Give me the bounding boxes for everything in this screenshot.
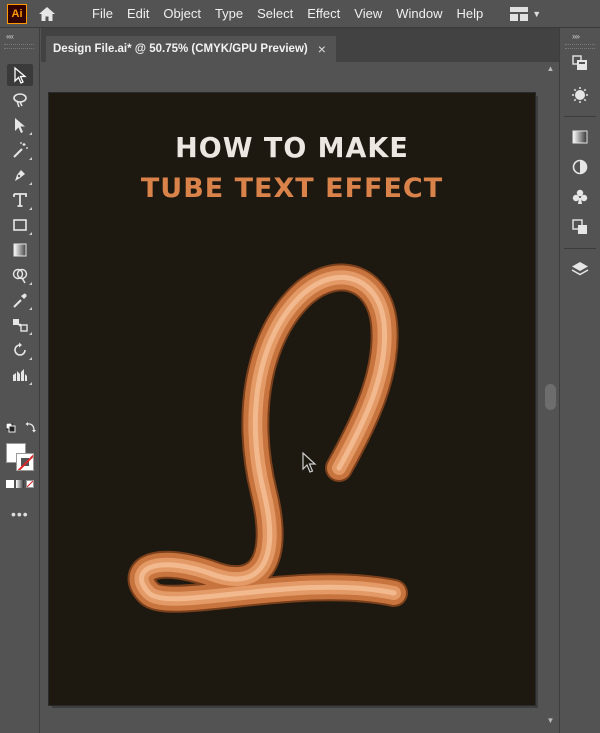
document-tab[interactable]: Design File.ai* @ 50.75% (CMYK/GPU Previ… <box>46 36 336 62</box>
illustrator-logo[interactable]: Ai <box>7 3 27 24</box>
close-icon[interactable]: × <box>318 41 326 57</box>
panel-grip[interactable] <box>565 44 595 49</box>
artboard[interactable]: HOW TO MAKE TUBE TEXT EFFECT <box>49 93 535 705</box>
menu-window[interactable]: Window <box>389 6 449 21</box>
gradient-panel-icon[interactable] <box>569 126 591 148</box>
panel-divider <box>564 116 596 117</box>
menu-help[interactable]: Help <box>449 6 490 21</box>
magic-wand-icon[interactable] <box>7 139 33 161</box>
gradient-tool-icon[interactable] <box>7 239 33 261</box>
none-mode-button[interactable] <box>26 480 34 488</box>
panel-grip[interactable] <box>4 44 34 49</box>
menu-select[interactable]: Select <box>250 6 300 21</box>
gradient-mode-button[interactable] <box>16 480 24 488</box>
pathfinder-icon[interactable] <box>569 216 591 238</box>
scroll-down-icon[interactable]: ▼ <box>542 716 559 725</box>
default-fill-stroke-icon[interactable] <box>5 420 16 433</box>
menu-file[interactable]: File <box>85 6 120 21</box>
workspace-layout-icon <box>510 6 529 21</box>
document-tab-title: Design File.ai* @ 50.75% (CMYK/GPU Previ… <box>53 43 308 55</box>
curvature-lasso-icon[interactable] <box>7 89 33 111</box>
mouse-cursor-icon <box>302 452 317 473</box>
selection-tool-icon[interactable] <box>7 64 33 86</box>
edit-toolbar-icon[interactable]: ••• <box>11 506 29 522</box>
color-mode-buttons <box>6 480 34 488</box>
type-tool-icon[interactable] <box>7 189 33 211</box>
panel-dock: »» <box>559 28 600 733</box>
blend-tool-icon[interactable] <box>7 314 33 336</box>
column-graph-icon[interactable] <box>7 364 33 386</box>
stroke-swatch[interactable] <box>16 453 34 471</box>
collapse-toolbar-icon[interactable]: «« <box>6 32 14 41</box>
expand-panels-icon[interactable]: »» <box>572 32 580 41</box>
libraries-icon[interactable] <box>569 52 591 74</box>
menu-type[interactable]: Type <box>208 6 250 21</box>
panel-divider <box>564 248 596 249</box>
menu-bar: Ai File Edit Object Type Select Effect V… <box>0 0 600 27</box>
scrollbar-thumb[interactable] <box>545 384 556 410</box>
direct-selection-icon[interactable] <box>7 114 33 136</box>
tools-panel: «« ••• <box>0 28 40 733</box>
color-wheel-icon[interactable] <box>569 84 591 106</box>
vertical-scrollbar[interactable]: ▲ ▼ <box>542 62 559 733</box>
home-icon[interactable] <box>37 4 57 24</box>
scroll-up-icon[interactable]: ▲ <box>542 64 559 73</box>
symbols-icon[interactable] <box>569 186 591 208</box>
layers-icon[interactable] <box>569 258 591 280</box>
document-tab-bar: Design File.ai* @ 50.75% (CMYK/GPU Previ… <box>41 28 559 62</box>
menu-view[interactable]: View <box>347 6 389 21</box>
tube-letter-shape[interactable] <box>49 93 535 705</box>
fill-stroke-selector <box>6 441 40 477</box>
appearance-icon[interactable] <box>569 156 591 178</box>
eyedropper-icon[interactable] <box>7 289 33 311</box>
pen-tool-icon[interactable] <box>7 164 33 186</box>
menu-effect[interactable]: Effect <box>300 6 347 21</box>
rectangle-tool-icon[interactable] <box>7 214 33 236</box>
swap-fill-stroke-icon[interactable] <box>25 420 37 433</box>
color-mode-button[interactable] <box>6 480 14 488</box>
shape-builder-icon[interactable] <box>7 264 33 286</box>
menu-object[interactable]: Object <box>156 6 208 21</box>
workspace-switcher[interactable]: ▼ <box>510 6 542 21</box>
rotate-tool-icon[interactable] <box>7 339 33 361</box>
menu-edit[interactable]: Edit <box>120 6 156 21</box>
canvas[interactable]: HOW TO MAKE TUBE TEXT EFFECT <box>41 62 542 733</box>
chevron-down-icon: ▼ <box>532 8 542 19</box>
